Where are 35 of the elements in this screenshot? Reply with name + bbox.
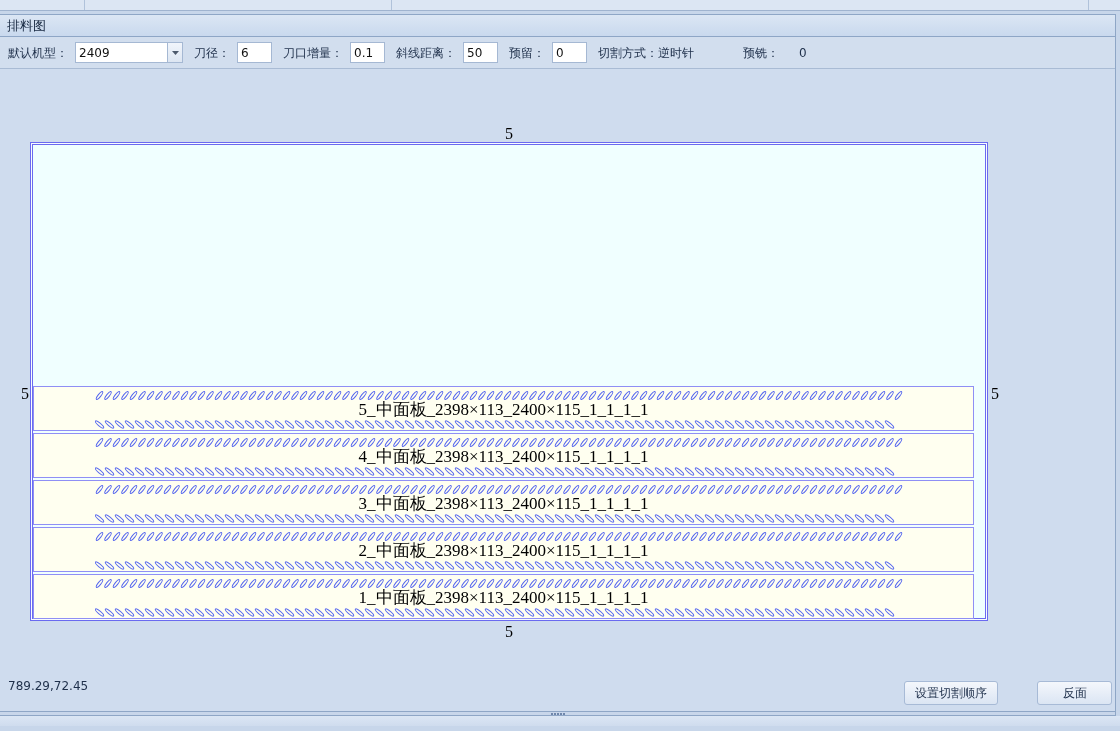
text-field[interactable]: 50	[463, 42, 498, 63]
margin-label: 5	[505, 624, 513, 640]
field-label: 刀口增量：	[283, 45, 343, 60]
panel-title: 排料图	[7, 18, 46, 33]
caret-icon[interactable]	[171, 50, 179, 55]
field-label: 预铣：	[743, 45, 779, 60]
field-value: 逆时针	[658, 45, 694, 60]
part-label: 1_中面板_2398×113_2400×115_1_1_1_1	[358, 589, 649, 606]
margin-label: 5	[21, 386, 29, 402]
field-label: 预留：	[509, 45, 545, 60]
grip-icon[interactable]	[550, 712, 565, 715]
margin-label: 5	[991, 386, 999, 402]
part-strip[interactable]: 3_中面板_2398×113_2400×115_1_1_1_1	[33, 480, 974, 525]
part-strip[interactable]: 4_中面板_2398×113_2400×115_1_1_1_1	[33, 433, 974, 478]
cut-order-button[interactable]: 设置切割顺序	[904, 681, 998, 705]
part-label: 4_中面板_2398×113_2400×115_1_1_1_1	[358, 448, 649, 465]
text-field[interactable]: 0.1	[350, 42, 385, 63]
field-value: 0	[799, 45, 807, 60]
part-strip[interactable]: 5_中面板_2398×113_2400×115_1_1_1_1	[33, 386, 974, 431]
field-label: 斜线距离：	[396, 45, 456, 60]
field-label: 切割方式：	[598, 45, 658, 60]
field-label: 默认机型：	[8, 45, 68, 60]
cursor-coordinates: 789.29,72.45	[8, 679, 89, 693]
part-strip[interactable]: 2_中面板_2398×113_2400×115_1_1_1_1	[33, 527, 974, 572]
part-label: 2_中面板_2398×113_2400×115_1_1_1_1	[358, 542, 649, 559]
margin-label: 5	[505, 126, 513, 142]
text-field[interactable]: 0	[552, 42, 587, 63]
field-label: 刀径：	[194, 45, 230, 60]
part-label: 3_中面板_2398×113_2400×115_1_1_1_1	[358, 495, 649, 512]
part-label: 5_中面板_2398×113_2400×115_1_1_1_1	[358, 401, 649, 418]
dropdown-button[interactable]	[167, 42, 183, 63]
dropdown-field[interactable]: 2409	[75, 42, 167, 63]
part-strip[interactable]: 1_中面板_2398×113_2400×115_1_1_1_1	[33, 574, 974, 619]
reverse-side-button[interactable]: 反面	[1037, 681, 1112, 705]
text-field[interactable]: 6	[237, 42, 272, 63]
